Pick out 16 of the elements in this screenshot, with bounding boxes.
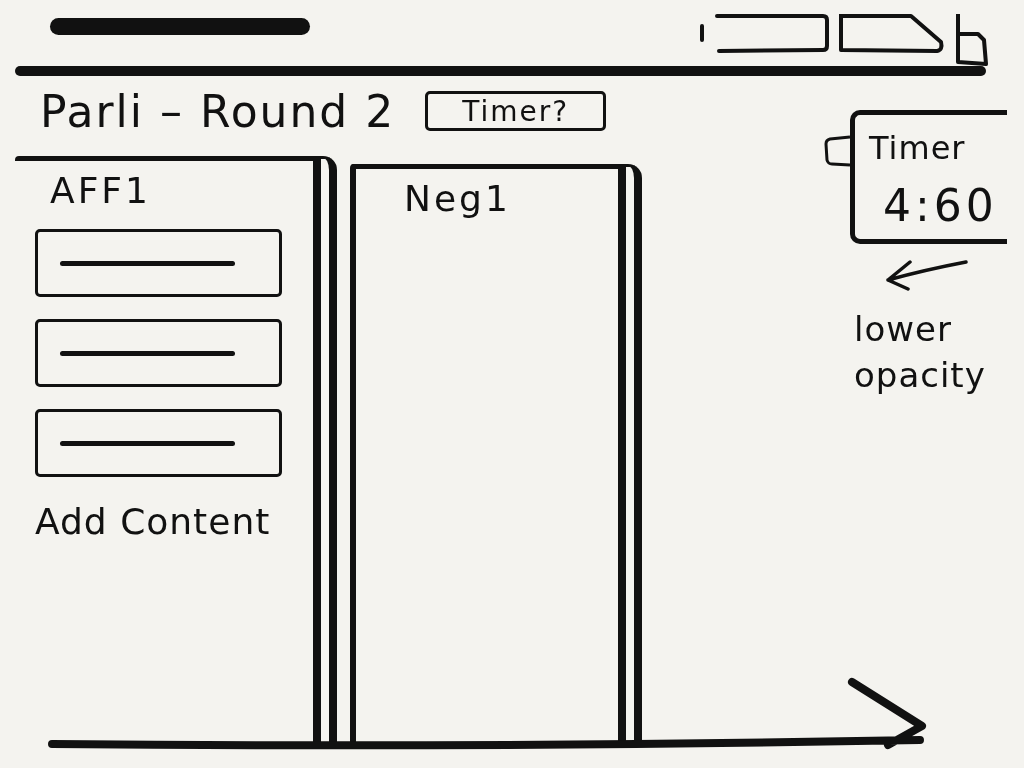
content-card[interactable] xyxy=(35,409,282,477)
content-card[interactable] xyxy=(35,319,282,387)
column-heading: AFF1 xyxy=(50,169,151,213)
handle-tab-icon[interactable] xyxy=(824,134,850,168)
toolbar-button[interactable] xyxy=(953,12,989,67)
annotation-note: lower opacity xyxy=(854,308,987,397)
left-arrow-icon xyxy=(884,258,968,292)
page-title: Parli – Round 2 xyxy=(40,85,396,137)
add-content-link[interactable]: Add Content xyxy=(35,501,271,542)
content-card[interactable] xyxy=(35,229,282,297)
column-heading: Neg1 xyxy=(404,177,511,221)
timer-value: 4:60 xyxy=(883,179,998,233)
toolbar-button[interactable] xyxy=(837,12,945,54)
timer-button[interactable]: Timer? xyxy=(425,91,607,131)
timer-label: Timer xyxy=(869,129,966,167)
toolbar-button[interactable] xyxy=(699,12,829,54)
